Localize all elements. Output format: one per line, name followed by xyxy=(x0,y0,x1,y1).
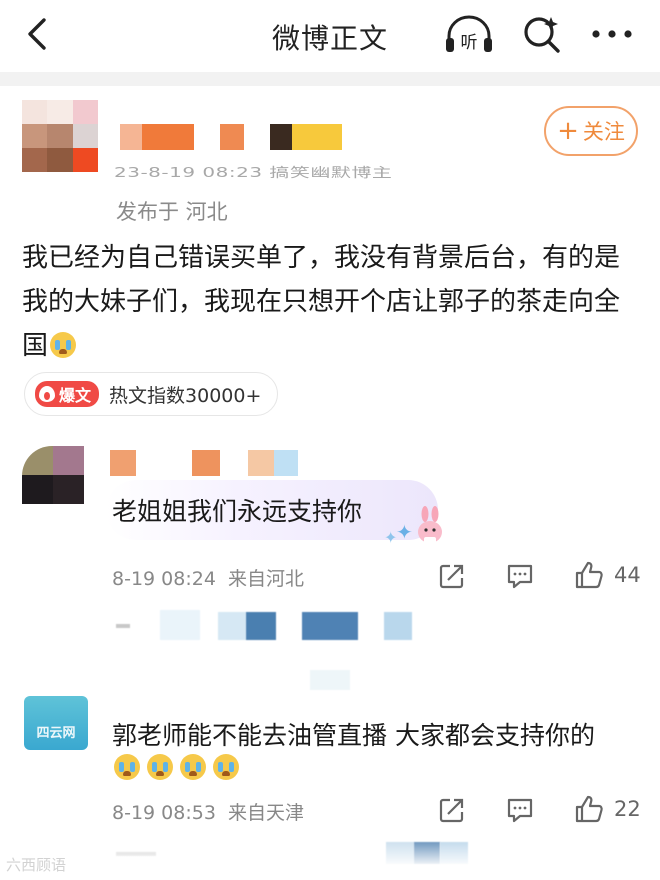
watermark: 六西顾语 xyxy=(6,856,67,874)
cry-emoji-icon xyxy=(114,754,140,780)
like-count: 44 xyxy=(614,563,641,587)
like-thumb-icon[interactable] xyxy=(574,560,604,590)
share-icon[interactable] xyxy=(438,796,466,824)
comment-text: 郭老师能不能去油管直播 大家都会支持你的 xyxy=(112,721,595,750)
comment-icon[interactable] xyxy=(506,562,534,590)
like-thumb-icon[interactable] xyxy=(574,794,604,824)
follow-label: 关注 xyxy=(582,120,625,144)
nav-divider xyxy=(0,72,660,86)
avatar-logo-text: 四云网 xyxy=(36,726,76,741)
search-sparkle-icon[interactable] xyxy=(522,14,562,54)
hot-index-text: 热文指数30000+ xyxy=(109,384,262,407)
flame-icon xyxy=(39,386,55,402)
comment-location: 来自天津 xyxy=(227,802,304,824)
comment-meta: 8-19 08:53 来自天津 xyxy=(112,798,304,825)
hot-tag-label: 爆文 xyxy=(59,386,92,405)
share-icon[interactable] xyxy=(438,562,466,590)
author-name-redacted[interactable] xyxy=(120,124,350,150)
comment-meta: 8-19 08:24 来自河北 xyxy=(112,564,304,591)
post-line-3-wrap: 国 xyxy=(22,324,642,368)
author-avatar-pixelated[interactable] xyxy=(22,100,98,172)
comment-text: 老姐姐我们永远支持你 xyxy=(112,497,363,526)
hot-article-badge[interactable]: 爆文 热文指数30000+ xyxy=(24,372,279,416)
top-nav-bar: 微博正文 听 xyxy=(0,0,660,72)
cry-emoji-icon xyxy=(50,332,77,358)
cry-emoji-icon xyxy=(147,754,174,780)
bunny-sticker-icon xyxy=(418,506,442,544)
post-line-1: 我已经为自己错误买单了，我没有背景后台，有的是 xyxy=(22,243,621,273)
plus-icon: + xyxy=(557,116,579,146)
comment-time: 8-19 08:53 xyxy=(112,802,216,824)
comment-icon[interactable] xyxy=(506,796,534,824)
more-dots-icon[interactable] xyxy=(590,24,634,44)
weibo-post-page: 微博正文 听 23-8-19 08:23 搞笑幽默博主 发布于 河北 + 关注 … xyxy=(0,0,660,880)
cry-emoji-icon xyxy=(180,754,207,780)
post-body: 我已经为自己错误买单了，我没有背景后台，有的是 我的大妹子们，我现在只想开个店让… xyxy=(22,236,642,368)
comment-time: 8-19 08:24 xyxy=(112,568,216,590)
commenter-avatar-logo[interactable]: 四云网 xyxy=(24,696,88,750)
listen-label: 听 xyxy=(461,33,478,53)
post-meta-partial: 23-8-19 08:23 搞笑幽默博主 xyxy=(114,164,393,181)
bottom-fade xyxy=(0,838,660,880)
listen-headphone-icon[interactable]: 听 xyxy=(444,14,494,56)
commenter-name-redacted[interactable] xyxy=(110,450,310,476)
cry-emoji-icon xyxy=(213,754,240,780)
sparkle-icon: ✦ xyxy=(396,520,413,544)
commenter-avatar-pixelated[interactable] xyxy=(22,446,84,504)
hot-tag: 爆文 xyxy=(35,381,100,407)
emoji-row xyxy=(112,754,240,780)
post-line-3: 国 xyxy=(22,331,49,361)
follow-button[interactable]: + 关注 xyxy=(544,106,638,156)
like-count: 22 xyxy=(614,797,641,821)
post-line-2: 我的大妹子们，我现在只想开个店让郭子的茶走向全 xyxy=(22,287,621,317)
post-location: 发布于 河北 xyxy=(116,200,228,224)
comment-location: 来自河北 xyxy=(227,568,304,590)
